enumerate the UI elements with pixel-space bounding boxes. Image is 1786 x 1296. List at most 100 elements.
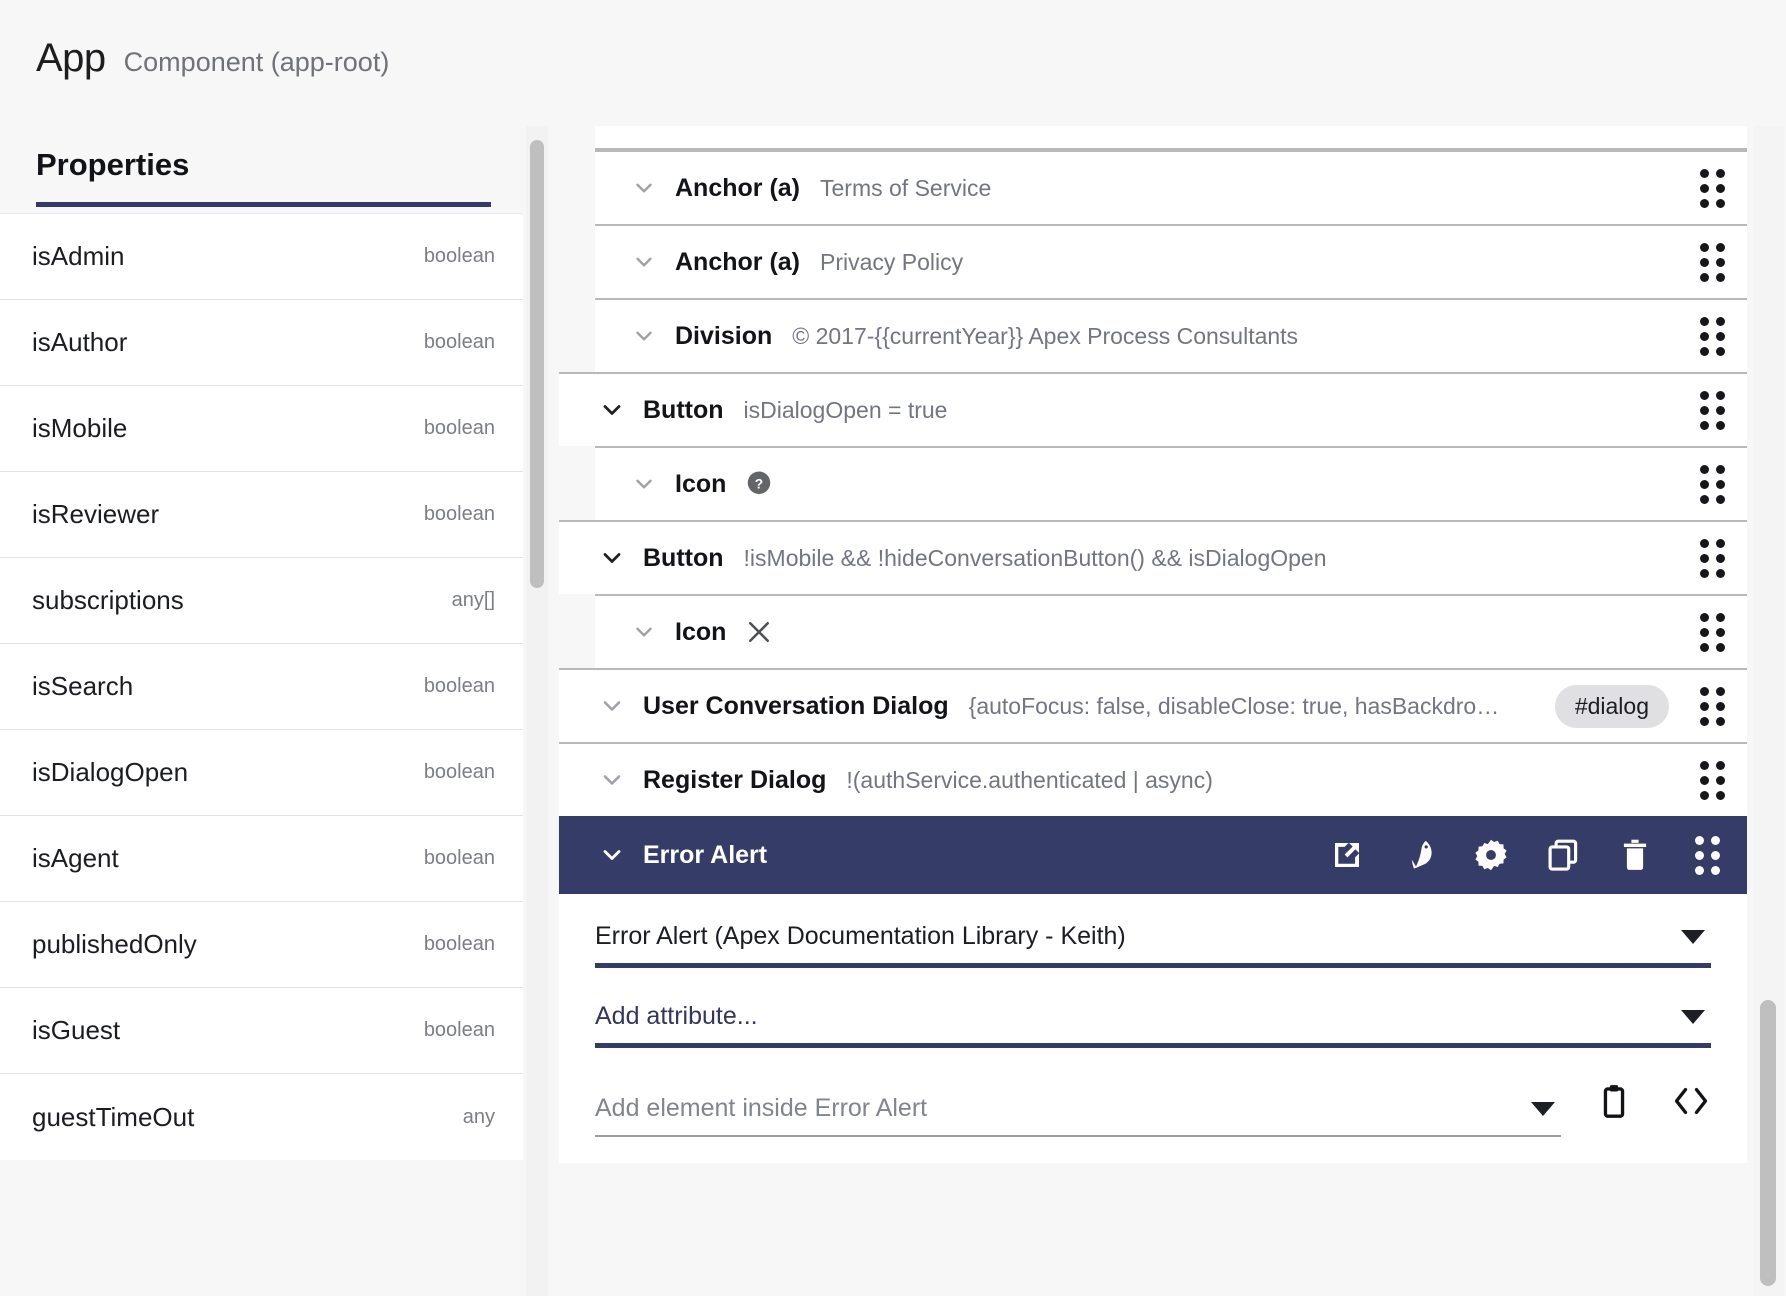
drag-handle-icon[interactable] xyxy=(1685,390,1739,430)
property-type: boolean xyxy=(423,1019,495,1041)
property-type: boolean xyxy=(423,675,495,697)
tree-node-register-dialog[interactable]: Register Dialog !(authService.authentica… xyxy=(559,742,1747,816)
code-brackets-icon[interactable] xyxy=(1671,1082,1711,1125)
property-row[interactable]: isAdmin boolean xyxy=(0,214,523,300)
chevron-down-icon[interactable] xyxy=(589,841,635,869)
chevron-down-icon[interactable] xyxy=(621,249,667,275)
drag-handle-icon[interactable] xyxy=(1685,464,1739,504)
property-type: boolean xyxy=(423,245,495,267)
chevron-down-icon[interactable] xyxy=(1681,929,1705,944)
property-row[interactable]: isAgent boolean xyxy=(0,816,523,902)
property-name: publishedOnly xyxy=(32,929,197,959)
page-header: App Component (app-root) xyxy=(36,36,389,81)
drag-handle-icon[interactable] xyxy=(1685,686,1739,726)
properties-scrollbar-thumb[interactable] xyxy=(530,140,544,588)
tree-node-meta: © 2017-{{currentYear}} Apex Process Cons… xyxy=(792,322,1299,349)
tree-node-label: Division xyxy=(675,321,773,350)
add-element-select[interactable]: Add element inside Error Alert xyxy=(595,1094,1561,1137)
chevron-down-icon[interactable] xyxy=(1681,1009,1705,1024)
property-type: boolean xyxy=(423,503,495,525)
tree-node-icon-close[interactable]: Icon xyxy=(595,594,1747,668)
chevron-down-icon[interactable] xyxy=(621,323,667,349)
drag-handle-icon[interactable] xyxy=(1685,538,1739,578)
drag-handle-icon[interactable] xyxy=(1687,835,1727,875)
copy-icon[interactable] xyxy=(1543,835,1583,875)
property-name: isGuest xyxy=(32,1015,121,1045)
property-row[interactable]: isMobile boolean xyxy=(0,386,523,472)
add-attribute-placeholder: Add attribute... xyxy=(595,1002,758,1030)
tree-node-button-dialog-open[interactable]: Button isDialogOpen = true xyxy=(559,372,1747,446)
tree-node-meta: isDialogOpen = true xyxy=(743,396,948,423)
paint-brush-icon[interactable] xyxy=(1399,835,1439,875)
tree-node-button-conversation[interactable]: Button !isMobile && !hideConversationBut… xyxy=(559,520,1747,594)
property-name: isAdmin xyxy=(32,241,125,271)
drag-handle-icon[interactable] xyxy=(1685,612,1739,652)
tree-node-partial xyxy=(595,126,1747,150)
tree-node-division[interactable]: Division © 2017-{{currentYear}} Apex Pro… xyxy=(595,298,1747,372)
add-attribute-field[interactable]: Add attribute... xyxy=(595,1002,1711,1048)
tree-node-error-alert-selected[interactable]: Error Alert xyxy=(559,816,1747,894)
error-alert-form: Error Alert (Apex Documentation Library … xyxy=(559,894,1747,1163)
add-element-field: Add element inside Error Alert xyxy=(595,1082,1711,1137)
tree-node-meta: !(authService.authenticated | async) xyxy=(846,766,1213,793)
property-type: any[] xyxy=(451,589,495,611)
property-type: boolean xyxy=(423,761,495,783)
property-row[interactable]: subscriptions any[] xyxy=(0,558,523,644)
property-name: isDialogOpen xyxy=(32,757,189,787)
property-name: subscriptions xyxy=(32,585,184,615)
trash-icon[interactable] xyxy=(1615,835,1655,875)
property-type: boolean xyxy=(423,847,495,869)
tree-node-meta: !isMobile && !hideConversationButton() &… xyxy=(743,544,1327,571)
tree-node-anchor-terms[interactable]: Anchor (a) Terms of Service xyxy=(595,150,1747,224)
tree-node-label: Button xyxy=(643,395,724,424)
properties-underline xyxy=(36,202,491,207)
drag-handle-icon[interactable] xyxy=(1685,760,1739,800)
property-row[interactable]: isGuest boolean xyxy=(0,988,523,1074)
property-row[interactable]: publishedOnly boolean xyxy=(0,902,523,988)
component-select-field[interactable]: Error Alert (Apex Documentation Library … xyxy=(595,922,1711,968)
open-in-new-icon[interactable] xyxy=(1327,835,1367,875)
tree-node-label: Button xyxy=(643,543,724,572)
element-tree: Anchor (a) Terms of Service Anchor (a) P… xyxy=(559,126,1747,1163)
chevron-down-icon[interactable] xyxy=(621,471,667,497)
chevron-down-icon[interactable] xyxy=(589,544,635,572)
component-select-value: Error Alert (Apex Documentation Library … xyxy=(595,922,1126,950)
tree-node-anchor-privacy[interactable]: Anchor (a) Privacy Policy xyxy=(595,224,1747,298)
drag-handle-icon[interactable] xyxy=(1685,168,1739,208)
tree-node-label: Icon xyxy=(675,469,727,498)
chevron-down-icon[interactable] xyxy=(589,766,635,794)
tree-node-icon-help[interactable]: Icon ? xyxy=(595,446,1747,520)
chevron-down-icon[interactable] xyxy=(621,175,667,201)
tree-scrollbar-thumb[interactable] xyxy=(1760,1000,1776,1286)
component-editor-page: App Component (app-root) Properties isAd… xyxy=(0,0,1786,1296)
properties-header: Properties xyxy=(0,126,560,207)
property-name: isAgent xyxy=(32,843,119,873)
properties-title: Properties xyxy=(36,147,190,182)
properties-scrollbar-track[interactable] xyxy=(526,126,548,1296)
svg-text:?: ? xyxy=(755,477,763,492)
property-row[interactable]: guestTimeOut any xyxy=(0,1074,523,1160)
property-row[interactable]: isDialogOpen boolean xyxy=(0,730,523,816)
tree-node-label: Anchor (a) xyxy=(675,173,800,202)
property-row[interactable]: isAuthor boolean xyxy=(0,300,523,386)
add-attribute-underline xyxy=(595,1043,1711,1048)
chevron-down-icon[interactable] xyxy=(621,619,667,645)
tree-node-meta: Terms of Service xyxy=(820,174,992,201)
add-attribute-line: Add attribute... xyxy=(595,1002,1711,1043)
properties-panel: Properties isAdmin boolean isAuthor boolean… xyxy=(0,126,560,1296)
property-row[interactable]: isSearch boolean xyxy=(0,644,523,730)
close-icon xyxy=(744,617,774,647)
gear-icon[interactable] xyxy=(1471,835,1511,875)
property-name: isSearch xyxy=(32,671,134,701)
property-type: boolean xyxy=(423,417,495,439)
component-select-underline xyxy=(595,963,1711,968)
property-row[interactable]: isReviewer boolean xyxy=(0,472,523,558)
drag-handle-icon[interactable] xyxy=(1685,242,1739,282)
paste-clipboard-icon[interactable] xyxy=(1595,1082,1633,1125)
chevron-down-icon[interactable] xyxy=(1531,1101,1555,1116)
tree-node-user-conversation-dialog[interactable]: User Conversation Dialog {autoFocus: fal… xyxy=(559,668,1747,742)
drag-handle-icon[interactable] xyxy=(1685,316,1739,356)
chevron-down-icon[interactable] xyxy=(589,396,635,424)
chevron-down-icon[interactable] xyxy=(589,692,635,720)
add-element-actions xyxy=(1595,1082,1711,1137)
